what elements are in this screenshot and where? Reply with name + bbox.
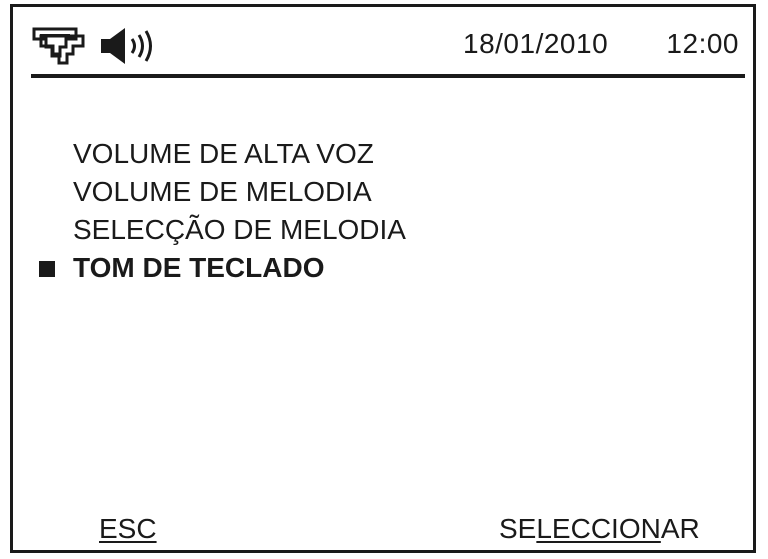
menu-item-seleccao-melodia[interactable]: SELECÇÃO DE MELODIA [39, 211, 679, 249]
settings-menu: VOLUME DE ALTA VOZ VOLUME DE MELODIA SEL… [39, 135, 679, 287]
select-softkey-suffix: AR [660, 513, 700, 544]
status-bar: 18/01/2010 12:00 [29, 17, 743, 73]
selection-marker-icon [39, 261, 55, 277]
menu-item-label: VOLUME DE ALTA VOZ [73, 138, 374, 169]
menu-item-label: VOLUME DE MELODIA [73, 176, 372, 207]
speaker-volume-icon [99, 25, 161, 67]
phone-network-icon [31, 25, 95, 67]
status-time: 12:00 [666, 28, 739, 59]
status-date: 18/01/2010 [463, 28, 609, 59]
menu-item-label: TOM DE TECLADO [73, 252, 325, 283]
menu-item-volume-melodia[interactable]: VOLUME DE MELODIA [39, 173, 679, 211]
menu-item-label: SELECÇÃO DE MELODIA [73, 214, 406, 245]
status-divider [31, 74, 745, 78]
menu-item-volume-alta-voz[interactable]: VOLUME DE ALTA VOZ [39, 135, 679, 173]
select-softkey-prefix: SE [499, 513, 537, 544]
select-softkey-underlined: LECCION [536, 513, 661, 544]
esc-softkey[interactable]: ESC [99, 512, 157, 546]
select-softkey[interactable]: SELECCIONAR [499, 512, 700, 546]
menu-item-tom-teclado[interactable]: TOM DE TECLADO [39, 249, 679, 287]
device-screen: 18/01/2010 12:00 VOLUME DE ALTA VOZ VOLU… [10, 4, 756, 553]
